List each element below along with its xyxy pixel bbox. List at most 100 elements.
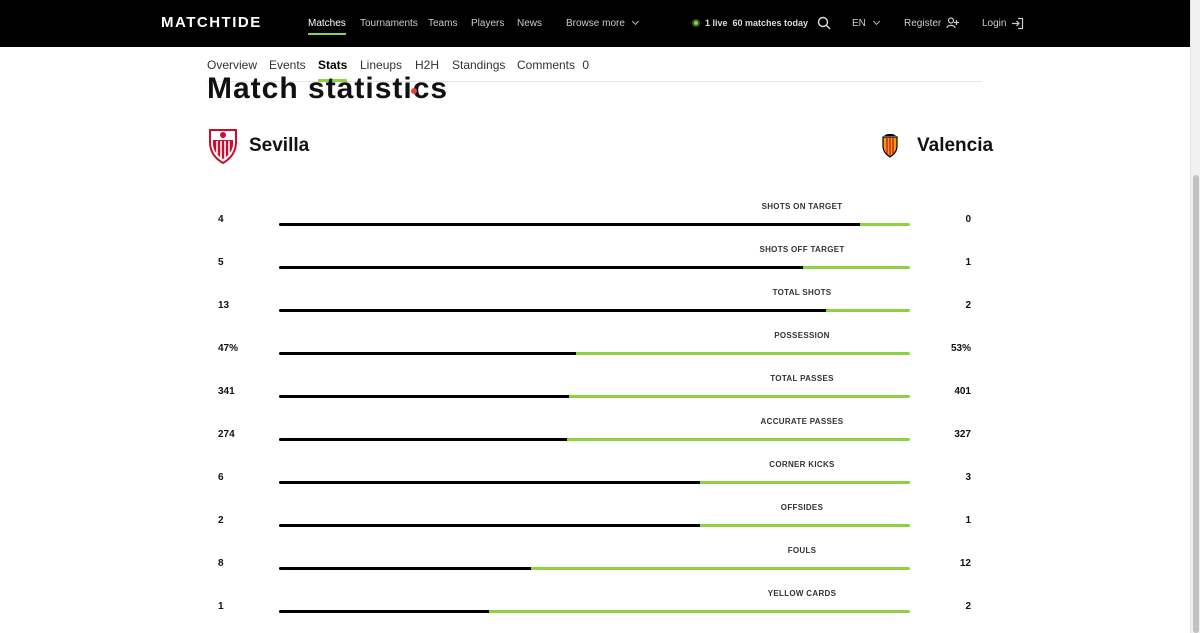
stat-away-value: 1 (965, 515, 971, 526)
stat-away-value: 1 (965, 257, 971, 268)
stat-row: POSSESSION 47% 53% (207, 331, 982, 374)
stat-away-value: 401 (954, 386, 971, 397)
nav-item-teams[interactable]: Teams (428, 18, 457, 29)
stat-home-bar (279, 567, 532, 570)
matches-today-count: 60 matches today (732, 18, 809, 28)
stat-label: SHOTS ON TARGET (761, 202, 843, 211)
stat-home-value: 341 (218, 386, 235, 397)
stat-row: SHOTS OFF TARGET 5 1 (207, 245, 982, 288)
stat-comparison-bar (279, 567, 910, 570)
stat-label: FOULS (787, 546, 817, 555)
stat-row: YELLOW CARDS 1 2 (207, 589, 982, 632)
scrollbar-thumb[interactable] (1193, 175, 1199, 633)
page-scrollbar[interactable] (1190, 0, 1200, 633)
stat-home-bar (279, 481, 700, 484)
stat-comparison-bar (279, 481, 910, 484)
live-dot-icon (692, 19, 700, 27)
stat-comparison-bar (279, 223, 910, 226)
nav-item-browse-more[interactable]: Browse more (566, 17, 639, 29)
stat-away-value: 0 (965, 214, 971, 225)
stat-away-value: 2 (965, 601, 971, 612)
stat-home-value: 8 (218, 558, 224, 569)
stat-home-bar (279, 395, 570, 398)
home-team[interactable]: Sevilla (208, 128, 309, 164)
stat-away-value: 327 (954, 429, 971, 440)
search-icon[interactable] (817, 16, 831, 30)
stat-label: OFFSIDES (780, 503, 824, 512)
stat-row: FOULS 8 12 (207, 546, 982, 589)
stat-home-value: 6 (218, 472, 224, 483)
login-label: Login (982, 18, 1007, 29)
stat-comparison-bar (279, 438, 910, 441)
comments-count: 0 (582, 58, 590, 72)
stat-comparison-bar (279, 266, 910, 269)
stat-row: CORNER KICKS 6 3 (207, 460, 982, 503)
stat-away-value: 3 (965, 472, 971, 483)
stat-label: CORNER KICKS (769, 460, 835, 469)
live-count: 1 live (705, 18, 728, 28)
stat-home-bar (279, 309, 827, 312)
valencia-crest-icon (882, 134, 898, 158)
stat-home-value: 2 (218, 515, 224, 526)
stat-home-value: 47% (218, 343, 239, 354)
stat-label: YELLOW CARDS (767, 589, 837, 598)
nav-item-matches[interactable]: Matches (308, 18, 346, 35)
stat-home-value: 274 (218, 429, 235, 440)
live-status-dot (411, 88, 417, 94)
home-team-name: Sevilla (249, 135, 310, 156)
login-button[interactable]: Login (982, 17, 1024, 30)
stat-home-bar (279, 610, 490, 613)
stat-row: TOTAL PASSES 341 401 (207, 374, 982, 417)
tab-comments-label: Comments (517, 58, 576, 72)
tab-lineups[interactable]: Lineups (360, 58, 402, 72)
tab-stats[interactable]: Stats (318, 58, 348, 82)
stat-comparison-bar (279, 309, 910, 312)
login-icon (1012, 17, 1024, 30)
stat-home-bar (279, 266, 803, 269)
add-user-icon (946, 17, 960, 29)
stat-home-value: 13 (218, 300, 230, 311)
stat-home-bar (279, 438, 567, 441)
tab-standings[interactable]: Standings (452, 58, 505, 72)
stat-label: ACCURATE PASSES (760, 417, 844, 426)
stat-label: SHOTS OFF TARGET (759, 245, 845, 254)
stat-comparison-bar (279, 395, 910, 398)
top-navigation-bar: MATCHTIDE Matches Tournaments Teams Play… (0, 0, 1190, 47)
tab-events[interactable]: Events (269, 58, 306, 72)
live-matches-indicator[interactable]: 1 live 60 matches today (692, 18, 808, 28)
stat-home-bar (279, 352, 576, 355)
stat-home-value: 4 (218, 214, 224, 225)
stat-row: OFFSIDES 2 1 (207, 503, 982, 546)
stat-row: SHOTS ON TARGET 4 0 (207, 202, 982, 245)
away-team-name: Valencia (917, 135, 994, 156)
browse-more-label: Browse more (566, 18, 625, 29)
stat-row: ACCURATE PASSES 274 327 (207, 417, 982, 460)
chevron-down-icon (872, 17, 880, 26)
language-label: EN (852, 18, 866, 29)
matchtide-logo[interactable]: MATCHTIDE (161, 15, 262, 30)
stat-home-value: 5 (218, 257, 224, 268)
tab-comments[interactable]: Comments 0 (517, 58, 589, 72)
register-button[interactable]: Register (904, 17, 960, 29)
tab-h2h[interactable]: H2H (415, 58, 439, 72)
away-team[interactable]: Valencia (880, 134, 993, 158)
stat-away-value: 53% (950, 343, 971, 354)
nav-item-tournaments[interactable]: Tournaments (360, 18, 418, 29)
stat-comparison-bar (279, 524, 910, 527)
chevron-down-icon (631, 17, 639, 26)
language-selector[interactable]: EN (852, 17, 880, 29)
stat-label: TOTAL SHOTS (772, 288, 832, 297)
sevilla-crest-icon (209, 129, 237, 164)
stat-away-value: 2 (965, 300, 971, 311)
stat-label: POSSESSION (774, 331, 830, 340)
tab-overview[interactable]: Overview (207, 58, 257, 72)
register-label: Register (904, 17, 942, 29)
nav-item-players[interactable]: Players (471, 18, 504, 29)
stat-comparison-bar (279, 352, 910, 355)
stat-home-bar (279, 524, 700, 527)
stat-home-bar (279, 223, 860, 226)
stat-row: TOTAL SHOTS 13 2 (207, 288, 982, 331)
nav-item-news[interactable]: News (517, 18, 542, 29)
stat-label: TOTAL PASSES (770, 374, 834, 383)
stat-comparison-bar (279, 610, 910, 613)
